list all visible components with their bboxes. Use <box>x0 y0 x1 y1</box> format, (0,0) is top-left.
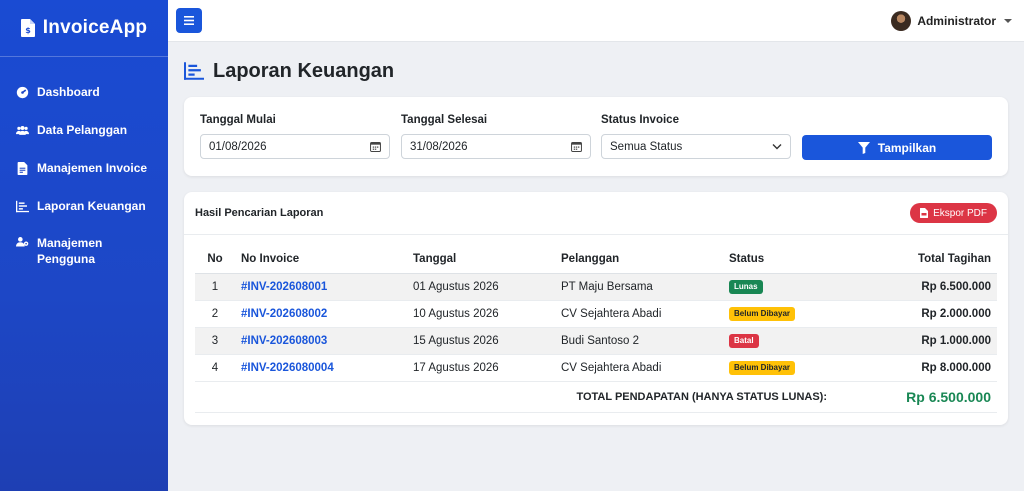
status-badge: Batal <box>729 333 759 348</box>
row-number: 3 <box>195 327 235 355</box>
invoice-link[interactable]: #INV-2026080004 <box>241 362 334 374</box>
calendar-icon[interactable] <box>571 141 582 152</box>
status-select-value: Semua Status <box>610 140 683 153</box>
file-invoice-icon <box>17 161 28 175</box>
users-icon <box>16 125 29 135</box>
customer-name: PT Maju Bersama <box>555 273 723 301</box>
brand[interactable]: $ InvoiceApp <box>0 0 168 57</box>
avatar <box>891 10 912 31</box>
status-badge: Lunas <box>729 279 763 294</box>
sidebar-item-manajemen-pengguna[interactable]: Manajemen Pengguna <box>0 225 168 274</box>
sidebar-item-label: Dashboard <box>37 85 100 99</box>
invoice-date: 10 Agustus 2026 <box>407 300 555 328</box>
user-cog-icon <box>16 237 29 247</box>
column-header: No <box>195 246 235 274</box>
chart-icon <box>184 62 204 80</box>
sidebar-item-laporan-keuangan[interactable]: Laporan Keuangan <box>0 187 168 225</box>
calendar-icon[interactable] <box>370 141 381 152</box>
main-content: Laporan Keuangan Tanggal Mulai 01/08/202… <box>184 42 1008 425</box>
total-value: Rp 6.500.000 <box>833 381 997 413</box>
end-date-value: 31/08/2026 <box>410 140 468 153</box>
filter-card: Tanggal Mulai 01/08/2026 Tanggal Selesai… <box>184 97 1008 176</box>
table-header-row: No No Invoice Tanggal Pelanggan Status T… <box>195 246 997 274</box>
table-row: 3 #INV-202608003 15 Agustus 2026 Budi Sa… <box>195 327 997 355</box>
export-pdf-button[interactable]: Ekspor PDF <box>910 203 997 223</box>
user-name: Administrator <box>917 13 996 28</box>
status-badge: Belum Dibayar <box>729 306 796 321</box>
dashboard-icon <box>16 86 29 98</box>
total-label: TOTAL PENDAPATAN (HANYA STATUS LUNAS): <box>195 381 833 413</box>
sidebar-item-label: Manajemen Pengguna <box>37 236 103 266</box>
row-number: 4 <box>195 354 235 382</box>
invoice-link[interactable]: #INV-202608001 <box>241 281 327 293</box>
row-number: 2 <box>195 300 235 328</box>
sidebar-item-label: Laporan Keuangan <box>37 199 146 213</box>
invoice-total: Rp 8.000.000 <box>833 354 997 382</box>
invoice-total: Rp 6.500.000 <box>833 273 997 301</box>
report-table: No No Invoice Tanggal Pelanggan Status T… <box>195 246 997 413</box>
start-date-input[interactable]: 01/08/2026 <box>200 134 390 159</box>
page-header: Laporan Keuangan <box>184 59 1008 83</box>
page-title: Laporan Keuangan <box>213 59 395 82</box>
start-date-label: Tanggal Mulai <box>200 114 276 126</box>
chevron-down-icon <box>772 144 782 150</box>
sidebar-item-dashboard[interactable]: Dashboard <box>0 73 168 111</box>
end-date-label: Tanggal Selesai <box>401 114 488 126</box>
customer-name: Budi Santoso 2 <box>555 327 723 355</box>
show-button[interactable]: Tampilkan <box>802 135 992 160</box>
end-date-field: Tanggal Selesai 31/08/2026 <box>401 114 591 159</box>
status-field: Status Invoice Semua Status <box>601 114 791 159</box>
filter-icon <box>857 141 870 154</box>
invoice-date: 17 Agustus 2026 <box>407 354 555 382</box>
column-header: Pelanggan <box>555 246 723 274</box>
invoice-date: 15 Agustus 2026 <box>407 327 555 355</box>
status-select[interactable]: Semua Status <box>601 134 791 159</box>
show-button-label: Tampilkan <box>877 140 937 155</box>
results-header: Hasil Pencarian Laporan Ekspor PDF <box>184 192 1008 235</box>
customer-name: CV Sejahtera Abadi <box>555 354 723 382</box>
status-badge: Belum Dibayar <box>729 360 796 375</box>
results-card: Hasil Pencarian Laporan Ekspor PDF No No… <box>184 192 1008 425</box>
svg-text:$: $ <box>25 26 31 35</box>
file-pdf-icon <box>920 208 929 218</box>
topbar: Administrator <box>168 0 1024 42</box>
export-pdf-label: Ekspor PDF <box>933 207 987 219</box>
sidebar-item-data-pelanggan[interactable]: Data Pelanggan <box>0 111 168 149</box>
sidebar-item-manajemen-invoice[interactable]: Manajemen Invoice <box>0 149 168 187</box>
total-row: TOTAL PENDAPATAN (HANYA STATUS LUNAS): R… <box>195 381 997 413</box>
status-label: Status Invoice <box>601 114 679 126</box>
invoice-link[interactable]: #INV-202608003 <box>241 335 327 347</box>
column-header: Total Tagihan <box>833 246 997 274</box>
table-row: 2 #INV-202608002 10 Agustus 2026 CV Seja… <box>195 300 997 328</box>
sidebar-item-label: Manajemen Invoice <box>37 161 148 175</box>
column-header: No Invoice <box>235 246 407 274</box>
invoice-total: Rp 1.000.000 <box>833 327 997 355</box>
sidebar-nav: Dashboard Data Pelanggan Manajemen Invoi… <box>0 57 168 274</box>
end-date-input[interactable]: 31/08/2026 <box>401 134 591 159</box>
sidebar: $ InvoiceApp Dashboard Data Pelanggan Ma… <box>0 0 168 491</box>
chart-icon <box>16 200 29 212</box>
user-menu[interactable]: Administrator <box>891 10 1012 31</box>
column-header: Status <box>723 246 833 274</box>
invoice-total: Rp 2.000.000 <box>833 300 997 328</box>
caret-down-icon <box>1004 18 1012 23</box>
start-date-field: Tanggal Mulai 01/08/2026 <box>200 114 390 159</box>
start-date-value: 01/08/2026 <box>209 140 267 153</box>
customer-name: CV Sejahtera Abadi <box>555 300 723 328</box>
invoice-date: 01 Agustus 2026 <box>407 273 555 301</box>
table-row: 1 #INV-202608001 01 Agustus 2026 PT Maju… <box>195 273 997 301</box>
results-title: Hasil Pencarian Laporan <box>195 207 324 219</box>
table-row: 4 #INV-2026080004 17 Agustus 2026 CV Sej… <box>195 354 997 382</box>
column-header: Tanggal <box>407 246 555 274</box>
invoice-link[interactable]: #INV-202608002 <box>241 308 327 320</box>
row-number: 1 <box>195 273 235 301</box>
app-name: InvoiceApp <box>42 17 148 38</box>
invoice-logo-icon: $ <box>20 19 35 37</box>
menu-icon <box>184 16 194 25</box>
sidebar-toggle-button[interactable] <box>176 8 202 33</box>
sidebar-item-label: Data Pelanggan <box>37 123 128 137</box>
